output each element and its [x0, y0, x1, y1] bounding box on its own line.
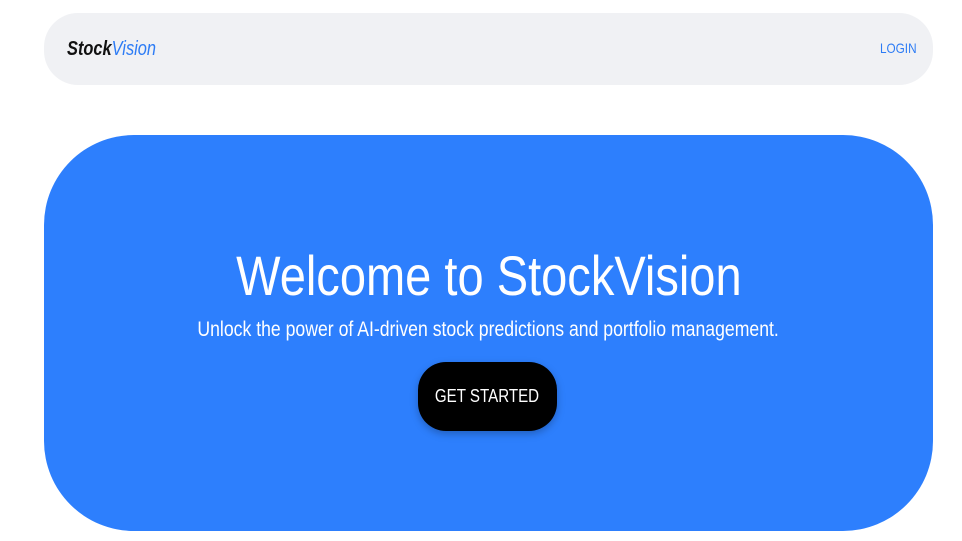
hero-subtitle-text: Unlock the power of AI-driven stock pred… [197, 318, 780, 341]
get-started-label: GET STARTED [435, 386, 540, 406]
login-link[interactable]: LOGIN [880, 41, 917, 55]
hero-subtitle: Unlock the power of AI-driven stock pred… [44, 319, 933, 340]
hero-title-text: Welcome to StockVision [235, 244, 742, 307]
get-started-button[interactable]: GET STARTED [418, 362, 557, 431]
brand-logo[interactable]: StockVision [67, 39, 156, 59]
hero-section: Welcome to StockVision Unlock the power … [44, 135, 933, 531]
brand-logo-accent: Vision [111, 38, 157, 60]
page: StockVision LOGIN Welcome to StockVision… [0, 0, 962, 541]
navbar: StockVision LOGIN [44, 13, 933, 85]
brand-logo-primary: Stock [67, 38, 112, 60]
hero-title: Welcome to StockVision [44, 248, 933, 304]
